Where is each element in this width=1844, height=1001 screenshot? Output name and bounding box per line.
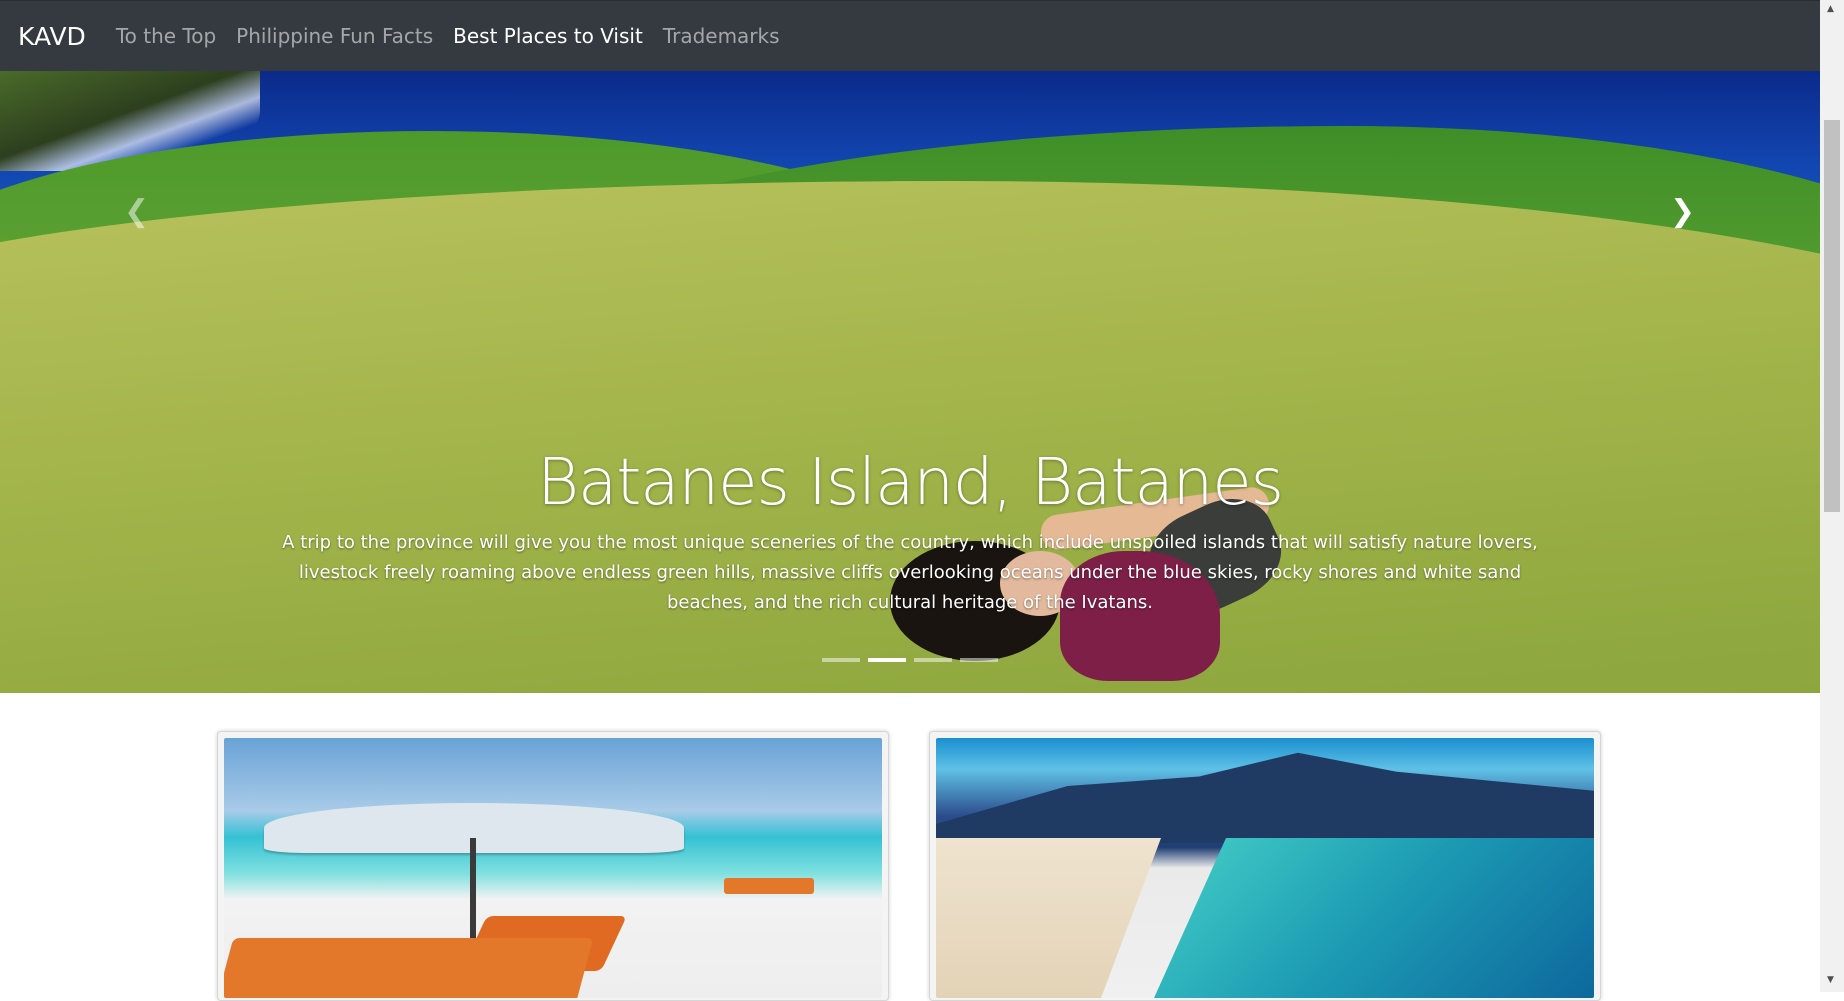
scroll-up-icon[interactable]: ▲: [1827, 4, 1834, 14]
carousel-indicator[interactable]: [960, 658, 998, 662]
nav-link-best-places-to-visit[interactable]: Best Places to Visit: [453, 24, 643, 48]
slide-description: A trip to the province will give you the…: [282, 532, 1538, 613]
hero-carousel: ❮ ❯ Batanes Island, Batanes A trip to th…: [0, 71, 1820, 693]
navbar: KAVD To the Top Philippine Fun Facts Bes…: [0, 0, 1820, 71]
card-image-island: [936, 738, 1594, 998]
scroll-down-icon[interactable]: ▼: [1827, 975, 1834, 985]
nav-link-philippine-fun-facts[interactable]: Philippine Fun Facts: [236, 24, 433, 48]
carousel-indicator-active[interactable]: [868, 658, 906, 662]
card-image-beach: [224, 738, 882, 998]
brand-link[interactable]: KAVD: [18, 22, 86, 51]
slide-title: Batanes Island, Batanes: [537, 446, 1284, 520]
scrollbar-thumb[interactable]: [1824, 120, 1840, 512]
carousel-indicator[interactable]: [914, 658, 952, 662]
nav-link-to-the-top[interactable]: To the Top: [116, 24, 216, 48]
carousel-indicators: [0, 658, 1820, 662]
carousel-caption: Batanes Island, Batanes A trip to the pr…: [0, 446, 1820, 618]
chevron-left-icon[interactable]: ❮: [124, 197, 149, 227]
carousel-indicator[interactable]: [822, 658, 860, 662]
place-card[interactable]: [217, 731, 889, 1001]
vertical-scrollbar[interactable]: ▲ ▼: [1820, 0, 1844, 992]
chevron-right-icon[interactable]: ❯: [1670, 197, 1695, 227]
nav-link-trademarks[interactable]: Trademarks: [663, 24, 780, 48]
place-card[interactable]: [929, 731, 1601, 1001]
